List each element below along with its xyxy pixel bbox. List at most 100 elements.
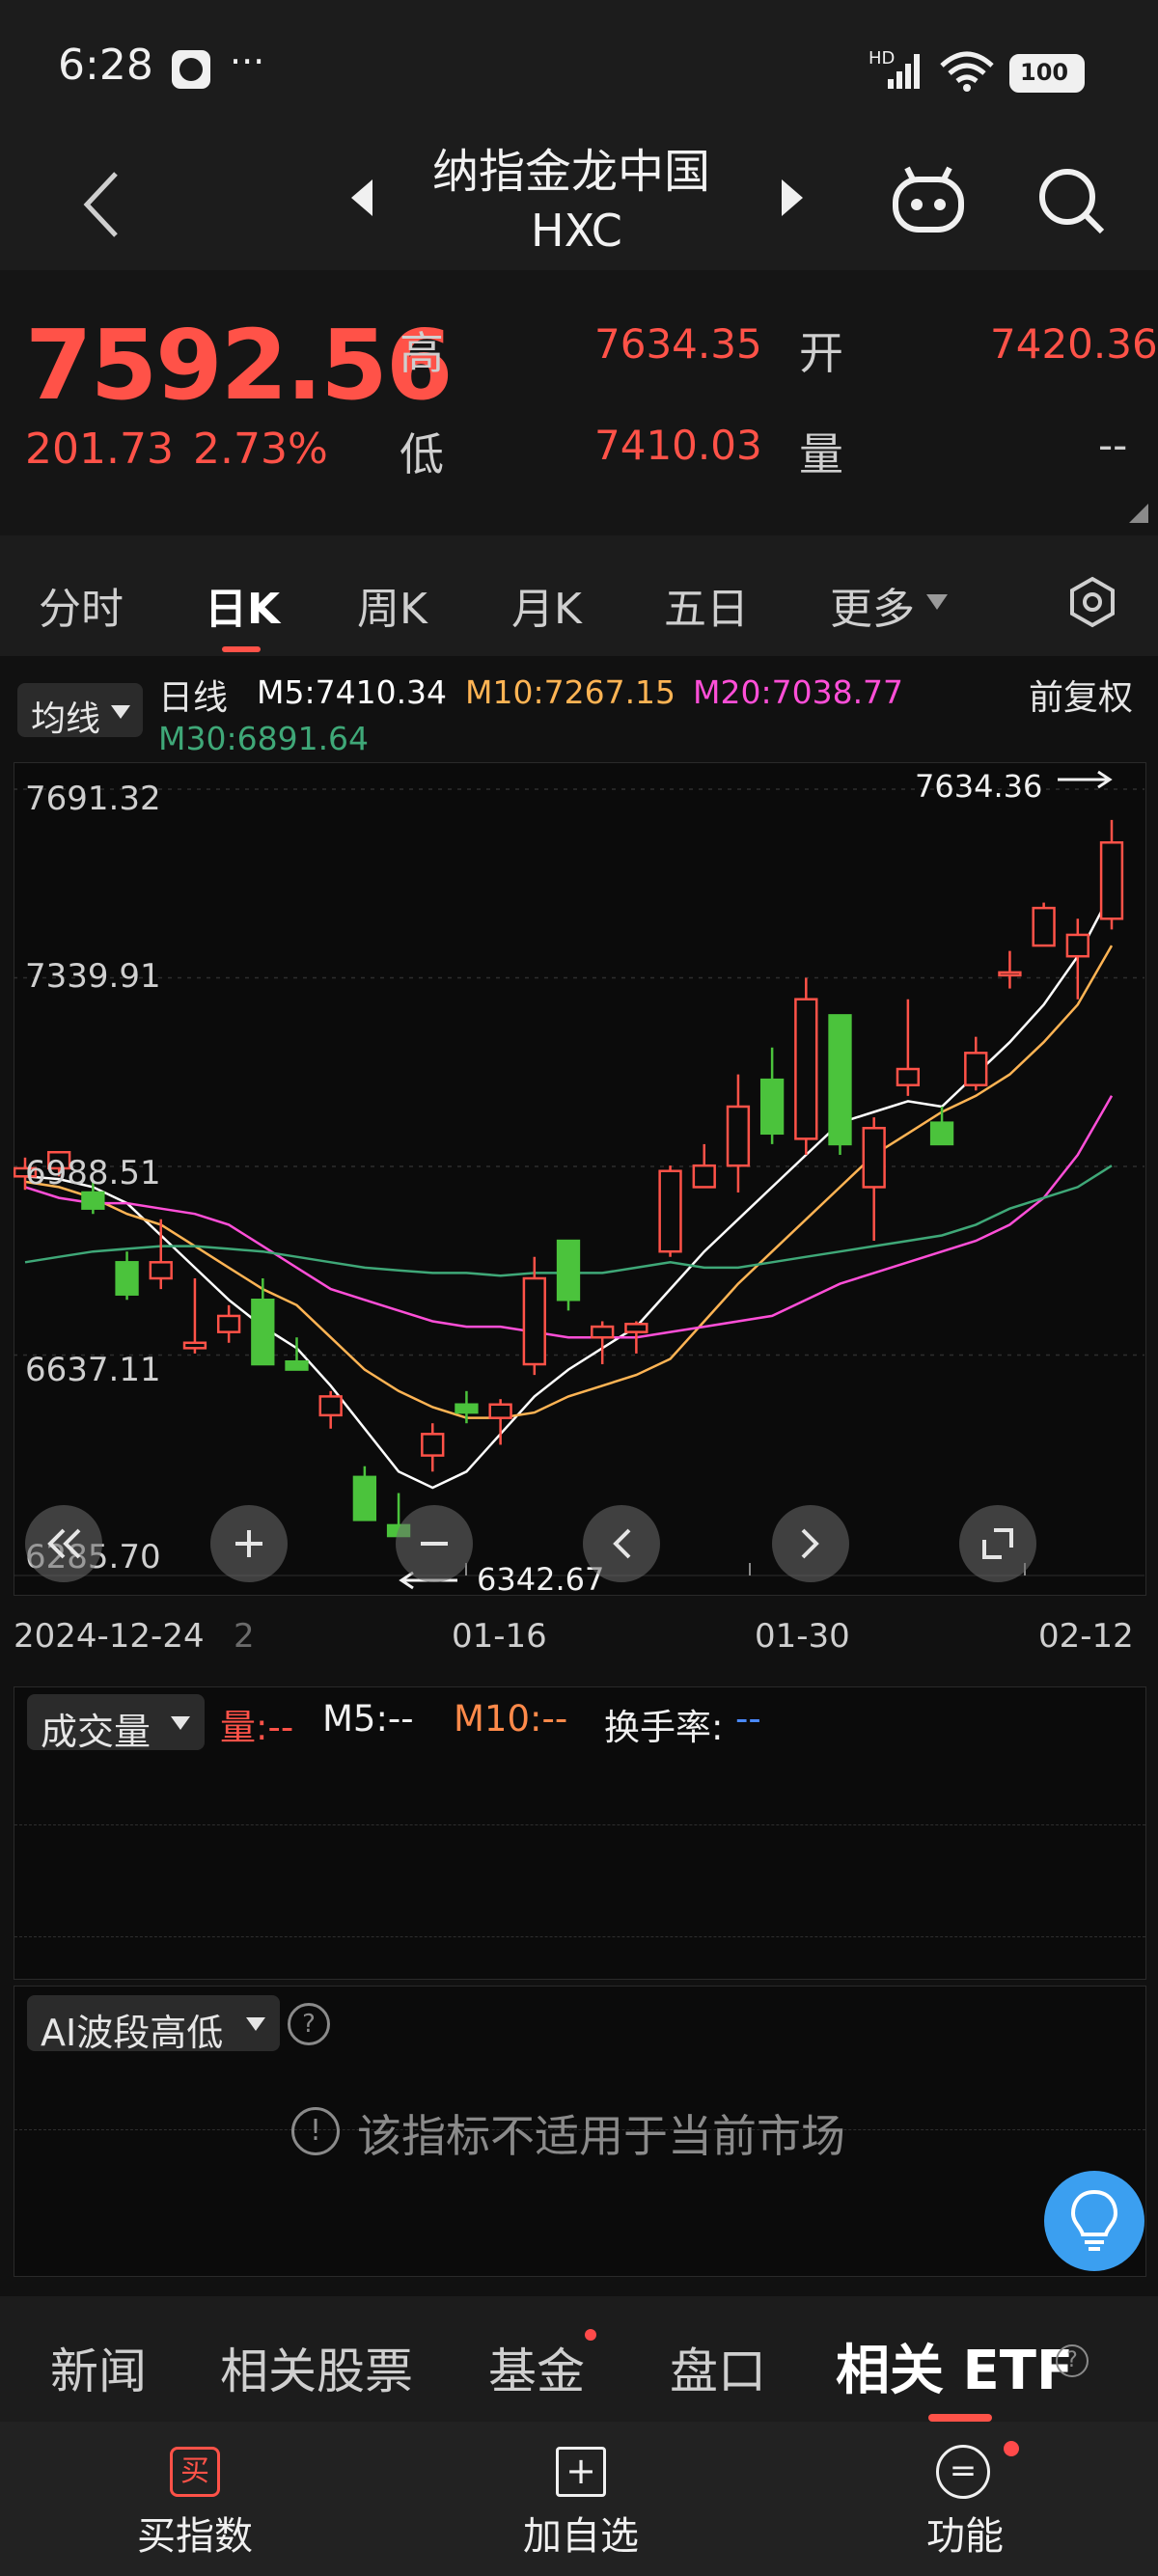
minus-icon (421, 1542, 448, 1546)
x-tick-label: 01-30 (755, 1617, 850, 1656)
ma-m5-value: M5:7410.34 (257, 673, 448, 711)
plus-icon (235, 1530, 262, 1557)
stock-code: HXC (531, 205, 622, 257)
price-change-pct: 2.73% (193, 425, 328, 474)
high-value: 7634.35 (594, 320, 762, 368)
kline-chart[interactable] (14, 762, 1144, 1594)
settings-hex-icon[interactable] (1065, 575, 1119, 629)
tab-daily-k[interactable]: 日K (205, 574, 280, 636)
open-label: 开 (799, 327, 843, 379)
arrow-right-icon (1058, 770, 1113, 789)
y-tick-label: 7339.91 (25, 957, 161, 996)
y-tick-label: 6988.51 (25, 1154, 161, 1192)
zoom-out-button[interactable] (396, 1505, 473, 1582)
x-tick-label: 2 (234, 1617, 255, 1656)
zoom-in-button[interactable] (210, 1505, 288, 1582)
volume-m10: M10:-- (454, 1698, 568, 1740)
ma-line-m5 (24, 891, 1114, 1490)
help-icon[interactable]: ? (288, 2003, 330, 2045)
chevron-down-icon (926, 594, 948, 610)
buy-index-button[interactable]: 买 买指数 (95, 2441, 293, 2566)
candle-body (1032, 906, 1056, 947)
robot-assistant-icon[interactable] (890, 162, 967, 239)
add-watchlist-button[interactable]: + 加自选 (481, 2441, 679, 2566)
high-label: 高 (400, 327, 444, 379)
ma-m20-value: M20:7038.77 (693, 673, 904, 711)
ma-selector-label: 均线 (31, 699, 101, 739)
functions-button[interactable]: = 功能 (867, 2441, 1065, 2566)
volume-selector[interactable]: 成交量 (27, 1694, 205, 1753)
chart-rewind-button[interactable] (25, 1505, 102, 1582)
chevron-right-icon (801, 1528, 819, 1559)
ma-selector[interactable]: 均线 (17, 683, 143, 739)
candle-body (352, 1475, 377, 1521)
ma-m10-value: M10:7267.15 (465, 673, 676, 711)
low-label: 低 (400, 428, 444, 480)
volume-value: -- (1098, 422, 1128, 469)
candle-body (624, 1323, 648, 1333)
ai-notice-text: 该指标不适用于当前市场 (357, 2110, 845, 2162)
menu-circle-icon: = (936, 2445, 990, 2499)
candle-body (759, 1078, 785, 1136)
candle-body (251, 1299, 275, 1366)
subtab-funds[interactable]: 基金 (488, 2333, 585, 2402)
buy-index-label: 买指数 (137, 2514, 253, 2559)
status-more-icon: ··· (230, 41, 265, 83)
prev-stock-icon[interactable] (347, 176, 376, 220)
subtab-related-stocks[interactable]: 相关股票 (220, 2333, 413, 2402)
wifi-icon (940, 51, 994, 92)
clock-app-icon (172, 50, 210, 89)
subtab-news[interactable]: 新闻 (50, 2333, 147, 2402)
quote-panel: 7592.56 201.73 2.73% 高 7634.35 开 7420.36… (0, 270, 1158, 535)
new-dot-badge (585, 2329, 596, 2341)
candle-body (182, 1341, 207, 1350)
x-tick-label: 01-16 (452, 1617, 547, 1656)
header-bar: 纳指金龙中国 HXC (0, 135, 1158, 270)
scroll-left-button[interactable] (583, 1505, 660, 1582)
subtab-related-etf[interactable]: 相关 ETF (836, 2327, 1073, 2405)
y-tick-label: 7691.32 (25, 780, 161, 818)
last-price: 7592.56 (25, 309, 453, 422)
plus-box-icon: + (556, 2447, 606, 2497)
search-icon[interactable] (1033, 162, 1110, 239)
expand-corner-icon[interactable] (1127, 502, 1150, 525)
subtab-order-book[interactable]: 盘口 (670, 2333, 766, 2402)
candle-body (318, 1395, 343, 1417)
candle-body (285, 1359, 309, 1371)
turnover-label: 换手率: (604, 1707, 724, 1748)
min-price-marker: 6342.67 (477, 1561, 605, 1598)
max-price-marker: 7634.36 (915, 768, 1043, 805)
tab-monthly-k[interactable]: 月K (511, 574, 582, 636)
x-tick-label: 02-12 (1038, 1617, 1134, 1656)
fullscreen-button[interactable] (959, 1505, 1036, 1582)
chevron-down-icon (246, 2017, 265, 2031)
lightbulb-icon (1070, 2189, 1118, 2251)
candle-body (81, 1191, 105, 1210)
battery-level: 100 (1020, 59, 1069, 86)
tab-more[interactable]: 更多 (830, 574, 915, 636)
stock-name: 纳指金龙中国 (432, 145, 711, 199)
candle-body (964, 1052, 988, 1086)
fullscreen-icon (982, 1528, 1013, 1559)
adjust-mode[interactable]: 前复权 (1029, 670, 1133, 720)
back-icon[interactable] (77, 166, 125, 243)
candle-body (216, 1314, 241, 1333)
tab-intraday[interactable]: 分时 (39, 574, 124, 636)
ai-indicator-label: AI波段高低 (41, 2012, 224, 2054)
candle-body (929, 1121, 954, 1146)
x-tick-label: 2024-12-24 (14, 1617, 205, 1656)
scroll-right-button[interactable] (772, 1505, 849, 1582)
tab-five-day[interactable]: 五日 (664, 574, 749, 636)
y-tick-label: 6637.11 (25, 1351, 161, 1389)
candle-body (1065, 933, 1089, 958)
candle-body (998, 971, 1022, 977)
volume-m5: M5:-- (322, 1698, 414, 1740)
chevron-left-icon (613, 1528, 631, 1559)
candle-body (794, 998, 818, 1140)
tip-button[interactable] (1044, 2171, 1144, 2271)
next-stock-icon[interactable] (778, 176, 807, 220)
help-icon[interactable]: ? (1056, 2344, 1089, 2377)
volume-selector-label: 成交量 (41, 1711, 152, 1753)
tab-weekly-k[interactable]: 周K (357, 574, 427, 636)
ai-indicator-selector[interactable]: AI波段高低 (27, 1995, 280, 2054)
